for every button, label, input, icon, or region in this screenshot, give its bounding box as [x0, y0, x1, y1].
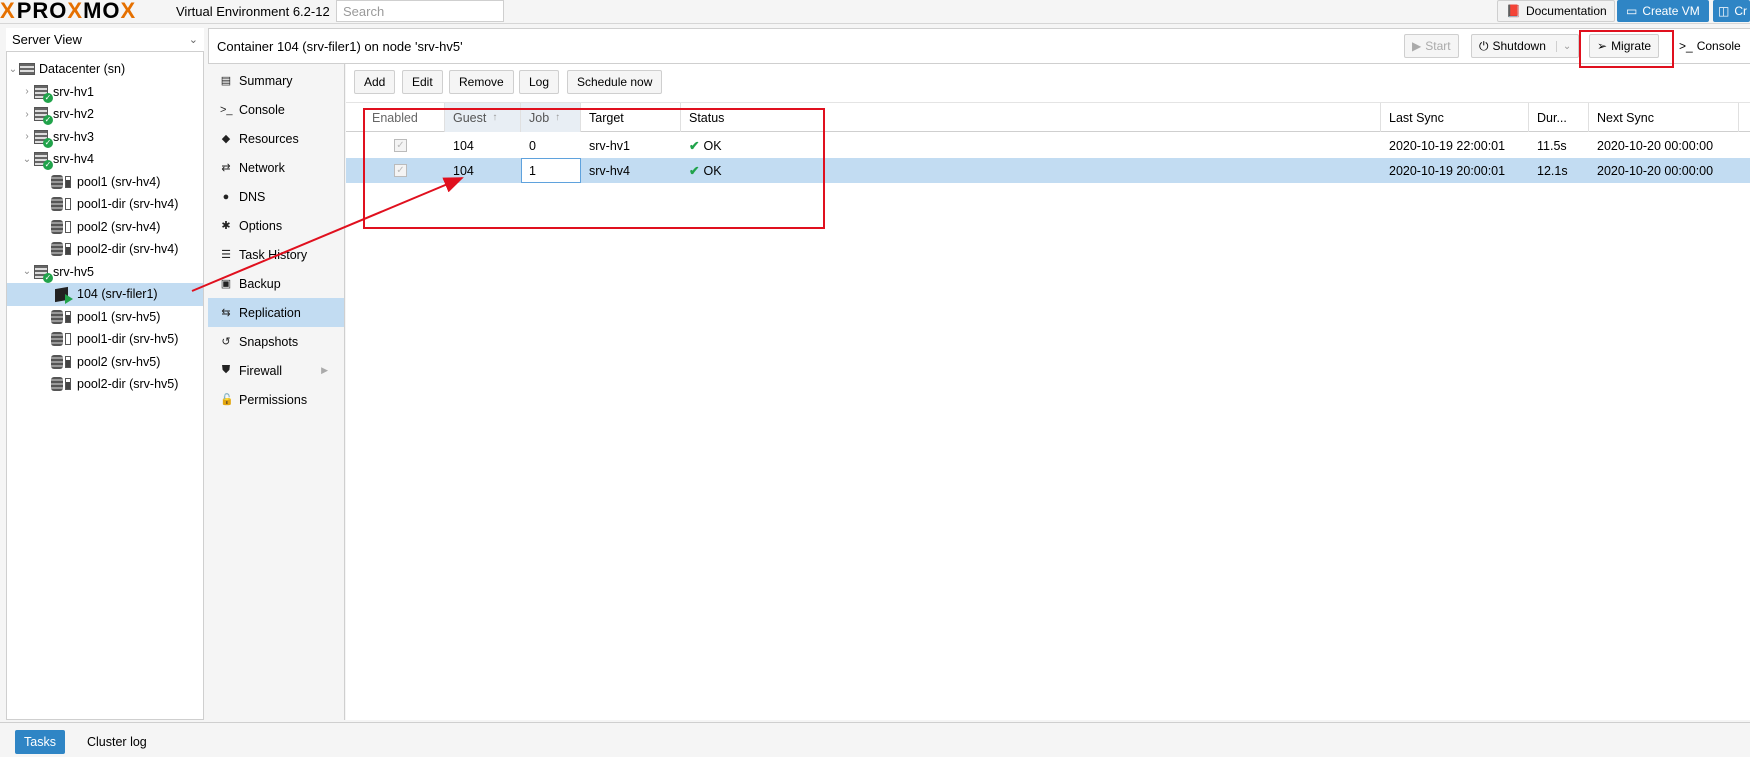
bottom-bar — [0, 722, 1750, 757]
annotation-arrow — [191, 177, 464, 292]
cluster-log-tab[interactable]: Cluster log — [78, 730, 156, 754]
tasks-tab[interactable]: Tasks — [15, 730, 65, 754]
arrow-line — [191, 177, 464, 292]
